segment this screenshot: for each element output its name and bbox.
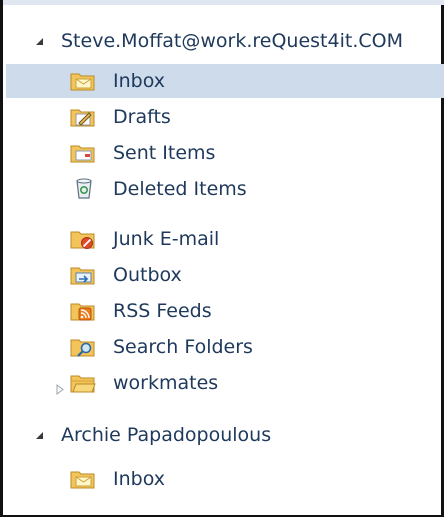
inbox-folder-icon bbox=[70, 70, 96, 92]
folder-label: RSS Feeds bbox=[113, 300, 212, 322]
sent-items-folder-icon bbox=[70, 142, 96, 164]
folder-item-junk-email[interactable]: Junk E-mail bbox=[6, 222, 444, 256]
workmates-folder-icon bbox=[70, 372, 96, 394]
folder-item-inbox-archie[interactable]: Inbox bbox=[6, 462, 444, 496]
folder-label: workmates bbox=[113, 372, 219, 394]
account-header-steve[interactable]: Steve.Moffat@work.reQuest4it.COM bbox=[6, 26, 444, 56]
folder-label: Drafts bbox=[113, 106, 171, 128]
mail-folder-pane: Steve.Moffat@work.reQuest4it.COM Inbox D… bbox=[0, 0, 444, 517]
folder-label: Search Folders bbox=[113, 336, 253, 358]
rss-feeds-folder-icon bbox=[70, 300, 96, 322]
account-header-archie[interactable]: Archie Papadopoulous bbox=[6, 420, 444, 450]
folder-label: Junk E-mail bbox=[113, 228, 220, 250]
inbox-folder-icon bbox=[70, 468, 96, 490]
expand-triangle-icon[interactable] bbox=[36, 432, 43, 439]
account-name: Steve.Moffat@work.reQuest4it.COM bbox=[61, 30, 403, 52]
search-folders-icon bbox=[70, 336, 96, 358]
deleted-items-icon bbox=[72, 177, 98, 199]
folder-item-deleted-items[interactable]: Deleted Items bbox=[6, 172, 444, 206]
folder-item-sent-items[interactable]: Sent Items bbox=[6, 136, 444, 170]
account-name: Archie Papadopoulous bbox=[61, 424, 272, 446]
folder-label: Inbox bbox=[113, 70, 165, 92]
pane-top-edge bbox=[3, 0, 444, 5]
folder-label: Sent Items bbox=[113, 142, 216, 164]
collapsed-triangle-icon[interactable] bbox=[56, 378, 64, 400]
drafts-folder-icon bbox=[70, 106, 96, 128]
folder-item-inbox[interactable]: Inbox bbox=[6, 64, 444, 98]
folder-label: Outbox bbox=[113, 264, 182, 286]
outbox-folder-icon bbox=[70, 264, 96, 286]
folder-label: Inbox bbox=[113, 468, 165, 490]
folder-item-drafts[interactable]: Drafts bbox=[6, 100, 444, 134]
folder-label: Deleted Items bbox=[113, 178, 247, 200]
folder-item-search-folders[interactable]: Search Folders bbox=[6, 330, 444, 364]
expand-triangle-icon[interactable] bbox=[36, 38, 43, 45]
junk-email-folder-icon bbox=[70, 228, 96, 250]
folder-item-rss-feeds[interactable]: RSS Feeds bbox=[6, 294, 444, 328]
folder-item-outbox[interactable]: Outbox bbox=[6, 258, 444, 292]
folder-item-workmates[interactable]: workmates bbox=[6, 366, 444, 400]
